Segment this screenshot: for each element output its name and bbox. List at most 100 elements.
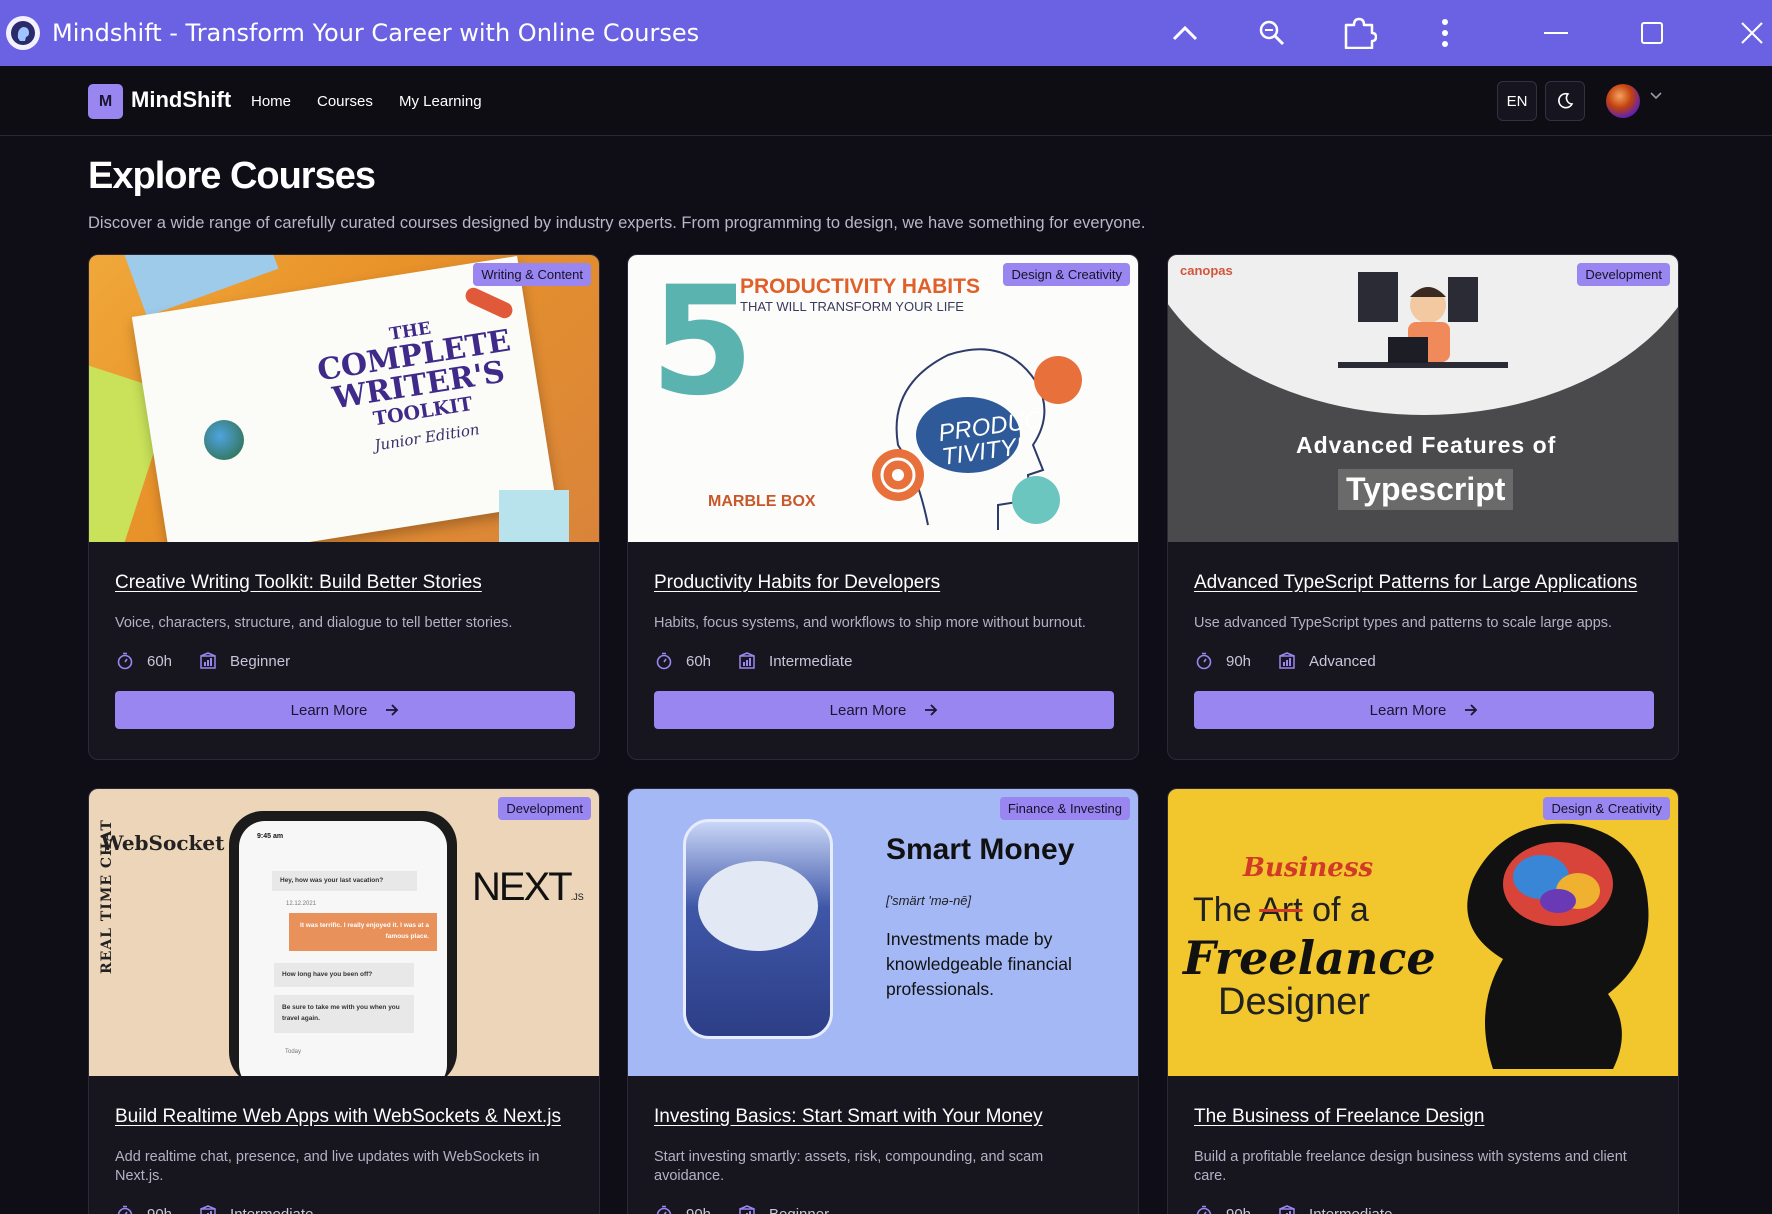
learn-more-button[interactable]: Learn More <box>115 691 575 729</box>
nav-link-courses[interactable]: Courses <box>317 93 373 110</box>
course-description: Use advanced TypeScript types and patter… <box>1194 615 1613 631</box>
arrow-right-icon <box>1464 704 1478 716</box>
sticky-note <box>499 490 569 542</box>
course-image[interactable]: canopas Advanced Features of Typescript … <box>1168 255 1678 542</box>
level-icon <box>198 1204 218 1214</box>
course-card: 5 PRODUCTIVITY HABITS THAT WILL TRANSFOR… <box>627 254 1139 760</box>
course-meta: 60h Beginner <box>115 651 573 671</box>
learn-more-label: Learn More <box>290 701 368 719</box>
maximize-icon[interactable] <box>1632 13 1672 53</box>
course-duration: 90h <box>1226 1205 1252 1214</box>
developer-illustration <box>1338 272 1508 368</box>
course-title-link[interactable]: Build Realtime Web Apps with WebSockets … <box>115 1106 573 1128</box>
theme-toggle-button[interactable] <box>1545 81 1585 121</box>
course-meta: 90h Intermediate <box>115 1204 573 1214</box>
user-avatar[interactable] <box>1606 84 1640 118</box>
image-headline: PRODUCTIVITY HABITS <box>740 275 980 298</box>
image-subhead: Designer <box>1218 981 1371 1023</box>
course-image[interactable]: WebSocket REAL TIME CHAT 9:45 am Hey, ho… <box>89 789 599 1076</box>
course-level: Intermediate <box>1309 1205 1393 1214</box>
image-script-text: Business <box>1243 853 1374 883</box>
level-icon <box>737 1204 757 1214</box>
image-subhead: Typescript <box>1338 469 1514 510</box>
course-level: Advanced <box>1309 652 1376 670</box>
course-card: Smart Money ['smärt 'mə-nē] Investments … <box>627 788 1139 1214</box>
timer-icon <box>1194 1204 1214 1214</box>
extension-puzzle-icon[interactable] <box>1340 13 1380 53</box>
brand-name[interactable]: MindShift <box>131 87 231 113</box>
zoom-icon[interactable] <box>1252 13 1292 53</box>
image-brand: canopas <box>1180 263 1233 278</box>
image-script-headline: Freelance <box>1183 931 1436 985</box>
globe-decoration <box>204 420 244 460</box>
course-duration: 90h <box>1226 652 1252 670</box>
course-description: Habits, focus systems, and workflows to … <box>654 615 1086 631</box>
course-title-link[interactable]: The Business of Freelance Design <box>1194 1106 1652 1128</box>
course-description: Add realtime chat, presence, and live up… <box>115 1149 540 1184</box>
level-icon <box>737 651 757 671</box>
nextjs-logo: NEXT.JS <box>472 865 584 909</box>
course-title-link[interactable]: Productivity Habits for Developers <box>654 572 1112 594</box>
learn-more-button[interactable]: Learn More <box>654 691 1114 729</box>
nav-link-home[interactable]: Home <box>251 93 291 110</box>
course-level: Intermediate <box>230 1205 314 1214</box>
course-duration: 60h <box>147 652 173 670</box>
big-number: 5 <box>650 255 755 429</box>
image-body-text: Investments made by knowledgeable financ… <box>886 929 1072 999</box>
course-image[interactable]: Business The Art of a Freelance Designer… <box>1168 789 1678 1076</box>
category-badge: Development <box>498 797 591 820</box>
course-image[interactable]: Smart Money ['smärt 'mə-nē] Investments … <box>628 789 1138 1076</box>
course-duration: 60h <box>686 652 712 670</box>
course-duration: 90h <box>686 1205 712 1214</box>
course-meta: 90h Beginner <box>654 1204 1112 1214</box>
language-button[interactable]: EN <box>1497 81 1537 121</box>
course-level: Beginner <box>769 1205 830 1214</box>
course-level: Beginner <box>230 652 291 670</box>
timer-icon <box>1194 651 1214 671</box>
brain-illustration <box>698 861 818 951</box>
course-title-link[interactable]: Creative Writing Toolkit: Build Better S… <box>115 572 573 594</box>
course-meta: 90h Advanced <box>1194 651 1652 671</box>
course-card: canopas Advanced Features of Typescript … <box>1167 254 1679 760</box>
image-brand: MARBLE BOX <box>708 493 816 510</box>
course-image[interactable]: THE COMPLETE WRITER'S TOOLKIT Junior Edi… <box>89 255 599 542</box>
course-meta: 90h Intermediate <box>1194 1204 1652 1214</box>
course-title-link[interactable]: Investing Basics: Start Smart with Your … <box>654 1106 1112 1128</box>
category-badge: Writing & Content <box>473 263 591 286</box>
image-left-text: WebSocket <box>101 831 225 855</box>
image-headline: Advanced Features of <box>1296 432 1557 458</box>
chevron-up-icon[interactable] <box>1165 13 1205 53</box>
course-duration: 90h <box>147 1205 173 1214</box>
course-title-link[interactable]: Advanced TypeScript Patterns for Large A… <box>1194 572 1652 594</box>
close-icon[interactable] <box>1732 13 1772 53</box>
course-image[interactable]: 5 PRODUCTIVITY HABITS THAT WILL TRANSFOR… <box>628 255 1138 542</box>
more-vertical-icon[interactable] <box>1425 13 1465 53</box>
chevron-down-icon[interactable] <box>1650 92 1662 100</box>
app-icon <box>6 16 40 50</box>
level-icon <box>198 651 218 671</box>
course-card: WebSocket REAL TIME CHAT 9:45 am Hey, ho… <box>88 788 600 1214</box>
arrow-right-icon <box>385 704 399 716</box>
moon-icon <box>1558 92 1574 109</box>
nav-link-my-learning[interactable]: My Learning <box>399 93 482 110</box>
app-navbar: M MindShift Home Courses My Learning EN <box>0 66 1772 136</box>
page-description: Discover a wide range of carefully curat… <box>88 214 1146 232</box>
category-badge: Design & Creativity <box>1003 263 1130 286</box>
category-badge: Design & Creativity <box>1543 797 1670 820</box>
course-description: Start investing smartly: assets, risk, c… <box>654 1149 1044 1184</box>
page-title: Explore Courses <box>88 155 376 197</box>
logo-mark[interactable]: M <box>88 84 123 119</box>
learn-more-button[interactable]: Learn More <box>1194 691 1654 729</box>
course-meta: 60h Intermediate <box>654 651 1112 671</box>
image-headline: Smart Money <box>886 833 1075 866</box>
level-icon <box>1277 1204 1297 1214</box>
minimize-icon[interactable] <box>1536 13 1576 53</box>
course-card: THE COMPLETE WRITER'S TOOLKIT Junior Edi… <box>88 254 600 760</box>
image-phonetic: ['smärt 'mə-nē] <box>886 893 972 908</box>
learn-more-label: Learn More <box>829 701 907 719</box>
course-description: Build a profitable freelance design busi… <box>1194 1149 1627 1184</box>
course-card: Business The Art of a Freelance Designer… <box>1167 788 1679 1214</box>
window-title: Mindshift - Transform Your Career with O… <box>52 19 700 47</box>
timer-icon <box>115 651 135 671</box>
learn-more-label: Learn More <box>1369 701 1447 719</box>
